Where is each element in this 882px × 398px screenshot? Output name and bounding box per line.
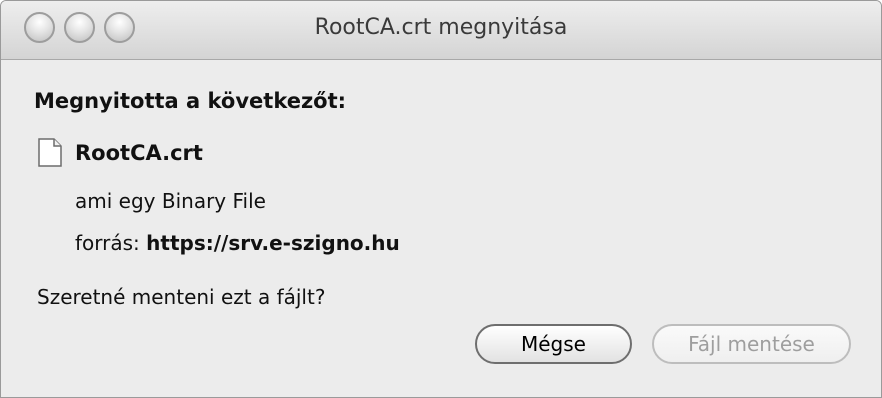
save-question: Szeretné menteni ezt a fájlt? (37, 285, 326, 309)
file-name: RootCA.crt (75, 141, 203, 165)
save-file-dialog: RootCA.crt megnyitása Megnyitotta a köve… (0, 0, 882, 398)
source-prefix: forrás: (75, 231, 147, 255)
file-type-line: ami egy Binary File (75, 189, 266, 213)
save-file-button[interactable]: Fájl mentése (652, 324, 851, 364)
file-type-value: Binary File (161, 189, 266, 213)
cancel-button[interactable]: Mégse (475, 324, 632, 364)
file-source-line: forrás: https://srv.e-szigno.hu (75, 231, 400, 255)
window-title: RootCA.crt megnyitása (314, 15, 568, 40)
file-type-prefix: ami egy (75, 189, 162, 213)
document-icon (38, 138, 62, 167)
dialog-heading: Megnyitotta a következőt: (34, 89, 347, 113)
title-bar[interactable]: RootCA.crt megnyitása (1, 1, 881, 60)
source-url: https://srv.e-szigno.hu (146, 231, 400, 255)
